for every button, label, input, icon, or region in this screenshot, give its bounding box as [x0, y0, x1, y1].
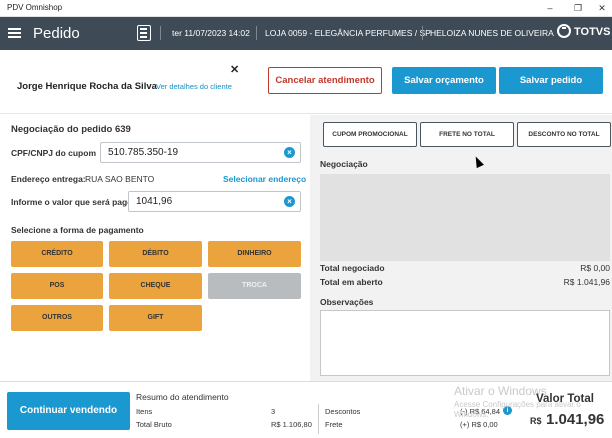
freight-value: (+) R$ 0,00 [460, 420, 498, 429]
maximize-button[interactable]: ❐ [568, 1, 588, 15]
promo-coupon-button[interactable]: CUPOM PROMOCIONAL [323, 122, 417, 147]
coupon-label: CPF/CNPJ do cupom [11, 148, 97, 158]
header-divider [160, 26, 161, 40]
total-currency: R$ [530, 416, 542, 426]
menu-icon[interactable] [8, 28, 21, 38]
page-title: Pedido [33, 25, 80, 42]
coupon-document-input[interactable]: 510.785.350-19 × [100, 142, 301, 163]
discounts-label: Descontos [325, 407, 361, 416]
app-header: Pedido ter 11/07/2023 14:02 LOJA 0059 - … [0, 17, 612, 50]
windows-activation-watermark: Ativar o Windows [454, 384, 547, 398]
freight-label: Frete [325, 420, 343, 429]
payment-debit-button[interactable]: DÉBITO [109, 241, 202, 267]
payment-cash-button[interactable]: DINHEIRO [208, 241, 301, 267]
negotiation-title: Negociação do pedido 639 [11, 124, 131, 135]
negotiation-list-label: Negociação [320, 159, 368, 169]
customer-bar: Jorge Henrique Rocha da Silva Ver detalh… [0, 50, 612, 114]
total-negotiated-value: R$ 0,00 [580, 263, 610, 273]
header-user: HELOIZA NUNES DE OLIVEIRA [430, 28, 554, 38]
header-store: LOJA 0059 - ELEGÂNCIA PERFUMES / SP [265, 28, 431, 38]
address-value: RUA SAO BENTO [85, 174, 155, 184]
total-negotiated-label: Total negociado [320, 263, 385, 273]
payment-pos-button[interactable]: POS [11, 273, 103, 299]
payment-method-title: Selecione a forma de pagamento [11, 225, 144, 235]
gross-total-value: R$ 1.106,80 [271, 420, 312, 429]
cancel-service-button[interactable]: Cancelar atendimento [268, 67, 382, 94]
observations-label: Observações [320, 297, 374, 307]
total-value-label: Valor Total [536, 393, 594, 405]
close-window-button[interactable]: ✕ [592, 1, 612, 15]
minimize-button[interactable]: – [540, 1, 560, 15]
observations-textarea[interactable] [320, 310, 610, 376]
payment-gift-button[interactable]: GIFT [109, 305, 202, 331]
save-quote-button[interactable]: Salvar orçamento [392, 67, 496, 94]
window-title-bar: PDV Omnishop – ❐ ✕ [0, 0, 612, 17]
clear-icon[interactable]: × [284, 147, 295, 158]
customer-name: Jorge Henrique Rocha da Silva [17, 81, 157, 92]
payment-exchange-button: TROCA [208, 273, 301, 299]
windows-activation-text: Windows. [454, 410, 489, 419]
footer-bar: Continuar vendendo Resumo do atendimento… [0, 381, 612, 438]
remove-customer-icon[interactable]: ✕ [230, 63, 239, 76]
payment-other-button[interactable]: OUTROS [11, 305, 103, 331]
continue-selling-button[interactable]: Continuar vendendo [7, 392, 130, 430]
total-open-label: Total em aberto [320, 277, 383, 287]
summary-title: Resumo do atendimento [136, 392, 229, 402]
clear-icon[interactable]: × [284, 196, 295, 207]
amount-value: 1041,96 [136, 196, 173, 207]
coupon-document-value: 510.785.350-19 [108, 147, 179, 158]
summary-divider [318, 404, 319, 434]
amount-input[interactable]: 1041,96 × [128, 191, 301, 212]
payment-credit-button[interactable]: CRÉDITO [11, 241, 103, 267]
total-value: 1.041,96 [546, 411, 605, 428]
header-divider [422, 26, 423, 40]
select-address-link[interactable]: Selecionar endereço [223, 174, 306, 184]
freight-total-button[interactable]: FRETE NO TOTAL [420, 122, 514, 147]
items-label: Itens [136, 407, 153, 416]
negotiation-panel: Negociação do pedido 639 CPF/CNPJ do cup… [0, 115, 310, 381]
calculator-icon[interactable] [137, 25, 151, 41]
gross-total-label: Total Bruto [136, 420, 172, 429]
total-open-value: R$ 1.041,96 [563, 277, 610, 287]
header-date: ter 11/07/2023 14:02 [172, 28, 250, 38]
negotiation-list [320, 174, 610, 261]
amount-label: Informe o valor que será pago [11, 197, 133, 207]
window-title: PDV Omnishop [7, 3, 63, 12]
address-label: Endereço entrega: [11, 174, 86, 184]
discount-total-button[interactable]: DESCONTO NO TOTAL [517, 122, 611, 147]
save-order-button[interactable]: Salvar pedido [499, 67, 603, 94]
totvs-logo-icon [557, 24, 571, 38]
brand-name: TOTVS [574, 26, 611, 38]
customer-details-link[interactable]: Ver detalhes do cliente [156, 82, 232, 91]
header-divider [256, 26, 257, 40]
payment-check-button[interactable]: CHEQUE [109, 273, 202, 299]
summary-panel: CUPOM PROMOCIONAL FRETE NO TOTAL DESCONT… [310, 115, 612, 381]
items-value: 3 [271, 407, 276, 416]
